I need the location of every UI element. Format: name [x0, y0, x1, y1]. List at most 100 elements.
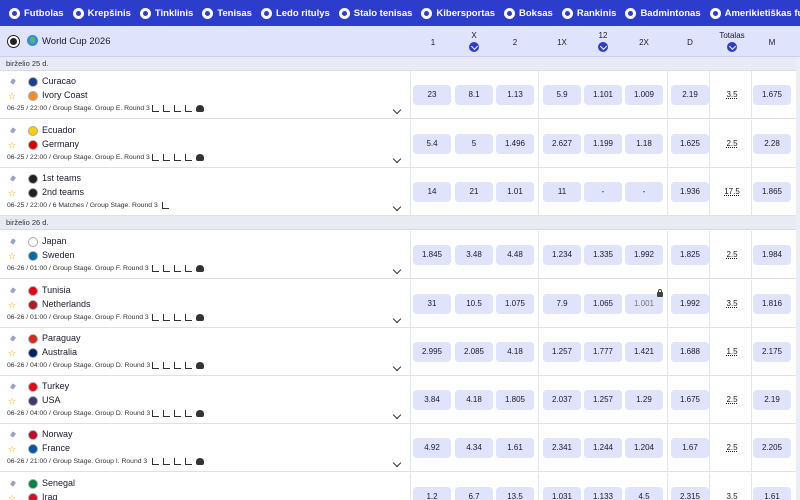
list-icon[interactable]	[174, 314, 181, 321]
people-icon[interactable]	[196, 105, 204, 112]
people-icon[interactable]	[196, 265, 204, 272]
total-line[interactable]: 2.5	[720, 250, 744, 259]
pin-icon[interactable]	[9, 336, 17, 344]
match-row[interactable]: ☆ Senegal Iraq 1.2 6.7 13.5 1.031 1.133 4.5 2.315…	[0, 473, 800, 500]
expand-chevron-icon[interactable]	[393, 460, 402, 469]
league-name[interactable]: World Cup 2026	[42, 36, 110, 47]
odds-button[interactable]: 1.61	[753, 487, 791, 500]
chevron-down-icon[interactable]	[727, 42, 737, 52]
odds-button[interactable]: 10.5	[455, 294, 493, 314]
odds-button[interactable]: 1.825	[671, 245, 709, 265]
chart-icon[interactable]	[163, 105, 170, 112]
lineup-icon[interactable]	[185, 105, 192, 112]
odds-button[interactable]: 4.34	[455, 438, 493, 458]
match-row[interactable]: ☆ Tunisia Netherlands 06-26 / 01:00 / Group…	[0, 280, 800, 328]
odds-button[interactable]: 2.175	[753, 342, 791, 362]
pin-icon[interactable]	[9, 176, 17, 184]
people-icon[interactable]	[196, 154, 204, 161]
chart-icon[interactable]	[163, 410, 170, 417]
odds-button[interactable]: 1.67	[671, 438, 709, 458]
expand-chevron-icon[interactable]	[393, 316, 402, 325]
odds-button[interactable]: 2.205	[753, 438, 791, 458]
nav-item-futbolas[interactable]: Futbolas	[6, 0, 70, 26]
list-icon[interactable]	[174, 458, 181, 465]
odds-button[interactable]: 2.19	[753, 390, 791, 410]
odds-button[interactable]: 4.18	[496, 342, 534, 362]
lineup-icon[interactable]	[185, 362, 192, 369]
odds-button[interactable]: 5.4	[413, 134, 451, 154]
odds-button[interactable]: 5.9	[543, 85, 581, 105]
lineup-icon[interactable]	[162, 202, 169, 209]
stats-icon[interactable]	[152, 265, 159, 272]
odds-button[interactable]: 1.29	[625, 390, 663, 410]
nav-item-boksas[interactable]: Boksas	[501, 0, 559, 26]
lineup-icon[interactable]	[185, 410, 192, 417]
odds-button[interactable]: 1.816	[753, 294, 791, 314]
pin-icon[interactable]	[9, 432, 17, 440]
odds-button[interactable]: 6.7	[455, 487, 493, 500]
odds-button[interactable]: 2.627	[543, 134, 581, 154]
favorite-star-icon[interactable]: ☆	[8, 92, 16, 101]
chart-icon[interactable]	[163, 154, 170, 161]
odds-button[interactable]: 1.845	[413, 245, 451, 265]
total-line[interactable]: 2.5	[720, 139, 744, 148]
odds-button[interactable]: 21	[455, 182, 493, 202]
odds-button[interactable]: 4.92	[413, 438, 451, 458]
odds-button[interactable]: 1.2	[413, 487, 451, 500]
total-line[interactable]: 3.5	[720, 299, 744, 308]
odds-button[interactable]: 2.28	[753, 134, 791, 154]
match-row[interactable]: ☆ Norway France 06-26 / 21:00 / Group Stage…	[0, 424, 800, 472]
lineup-icon[interactable]	[185, 314, 192, 321]
odds-button[interactable]: 4.48	[496, 245, 534, 265]
total-line[interactable]: 3.5	[720, 90, 744, 99]
odds-button[interactable]: 1.199	[584, 134, 622, 154]
odds-button[interactable]: -	[584, 182, 622, 202]
stats-icon[interactable]	[152, 362, 159, 369]
match-row[interactable]: ☆ 1st teams 2nd teams 06-25 / 22:00 / 6 Mat…	[0, 168, 800, 216]
odds-button[interactable]: 14	[413, 182, 451, 202]
stats-icon[interactable]	[152, 314, 159, 321]
odds-button[interactable]: 1.244	[584, 438, 622, 458]
odds-button[interactable]: 1.075	[496, 294, 534, 314]
odds-button[interactable]: 4.5	[625, 487, 663, 500]
odds-button[interactable]: 1.257	[584, 390, 622, 410]
stats-icon[interactable]	[152, 154, 159, 161]
people-icon[interactable]	[196, 458, 204, 465]
odds-button[interactable]: 1.865	[753, 182, 791, 202]
home-team-name[interactable]: Paraguay	[42, 333, 81, 343]
home-team-name[interactable]: Turkey	[42, 381, 69, 391]
total-line[interactable]: 1.5	[720, 347, 744, 356]
odds-button[interactable]: 1.01	[496, 182, 534, 202]
odds-button[interactable]: 23	[413, 85, 451, 105]
total-line[interactable]: 2.5	[720, 395, 744, 404]
list-icon[interactable]	[174, 410, 181, 417]
col-header-x[interactable]: X	[455, 26, 493, 57]
away-team-name[interactable]: France	[42, 443, 70, 453]
odds-button[interactable]: 1.001	[625, 294, 663, 314]
expand-chevron-icon[interactable]	[393, 364, 402, 373]
odds-button[interactable]: 2.19	[671, 85, 709, 105]
favorite-star-icon[interactable]: ☆	[8, 252, 16, 261]
people-icon[interactable]	[196, 362, 204, 369]
pin-icon[interactable]	[9, 384, 17, 392]
nav-item-kibersportas[interactable]: Kibersportas	[418, 0, 501, 26]
total-line[interactable]: 2.5	[720, 443, 744, 452]
col-header-totals[interactable]: Totalas	[712, 26, 752, 57]
nav-item-krepšinis[interactable]: Krepšinis	[70, 0, 137, 26]
lineup-icon[interactable]	[185, 154, 192, 161]
odds-button[interactable]: 1.625	[671, 134, 709, 154]
odds-button[interactable]: 1.101	[584, 85, 622, 105]
expand-chevron-icon[interactable]	[393, 412, 402, 421]
odds-button[interactable]: 7.9	[543, 294, 581, 314]
odds-button[interactable]: 1.675	[753, 85, 791, 105]
expand-chevron-icon[interactable]	[393, 107, 402, 116]
col-header-12[interactable]: 12	[584, 26, 622, 57]
match-row[interactable]: ☆ Turkey USA 06-26 / 04:00 / Group Stage. G…	[0, 376, 800, 424]
away-team-name[interactable]: Netherlands	[42, 299, 91, 309]
odds-button[interactable]: 2.341	[543, 438, 581, 458]
odds-button[interactable]: 1.204	[625, 438, 663, 458]
home-team-name[interactable]: 1st teams	[42, 173, 81, 183]
pin-icon[interactable]	[9, 288, 17, 296]
expand-chevron-icon[interactable]	[393, 204, 402, 213]
odds-button[interactable]: 1.496	[496, 134, 534, 154]
